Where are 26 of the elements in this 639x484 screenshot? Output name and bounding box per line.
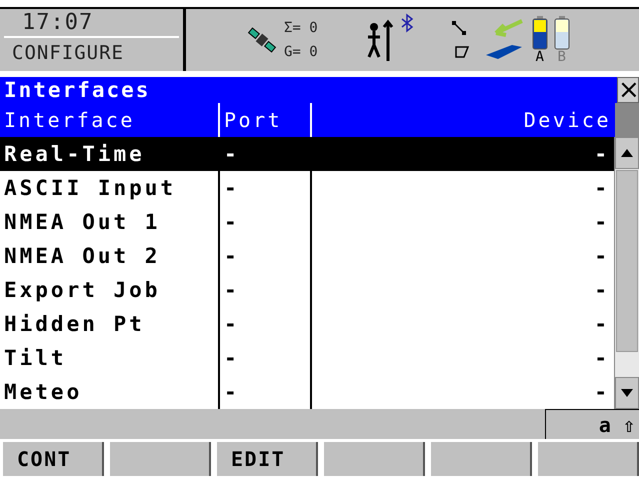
softkey[interactable]	[110, 442, 211, 476]
scrollbar-thumb[interactable]	[616, 170, 638, 352]
satellite-count: Σ= 0	[284, 20, 318, 36]
scroll-up-button[interactable]	[615, 137, 639, 169]
softkey[interactable]: EDIT	[217, 442, 318, 476]
window-title: Interfaces	[3, 77, 152, 103]
battery-label: B	[558, 50, 566, 64]
softkey[interactable]	[538, 442, 639, 476]
mode-label: CONFIGURE	[11, 41, 125, 66]
column-header: Interface	[3, 107, 136, 134]
softkey[interactable]	[431, 442, 532, 476]
softkey[interactable]: CONT	[3, 442, 104, 476]
battery-icon	[554, 16, 570, 50]
close-button[interactable]: ×	[617, 77, 639, 103]
battery-label: A	[536, 50, 544, 64]
table-row[interactable]: Real-Time - -	[0, 137, 614, 171]
down-arrow-icon	[621, 389, 633, 397]
scrollbar-header	[615, 103, 639, 137]
bluetooth-icon	[400, 13, 414, 33]
battery-icon	[532, 16, 548, 50]
clock-time: 17:07	[4, 9, 179, 38]
up-arrow-icon	[621, 149, 633, 157]
scroll-down-button[interactable]	[615, 377, 639, 409]
satellite-icon	[246, 25, 278, 55]
softkey[interactable]	[324, 442, 425, 476]
glonass-count: G= 0	[284, 44, 318, 60]
